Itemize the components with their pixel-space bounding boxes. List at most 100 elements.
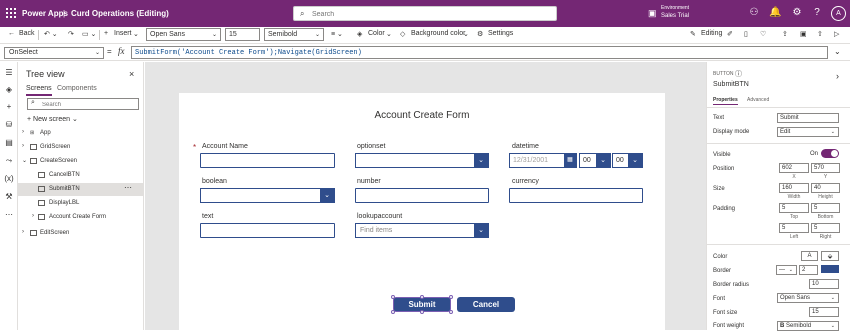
text-input[interactable] <box>200 223 335 238</box>
date-picker[interactable]: 12/31/2001 ▦ <box>509 153 577 168</box>
tree-item-cancelbtn[interactable]: CancelBTN <box>18 169 144 182</box>
more-options-icon[interactable]: ⋯ <box>124 183 132 192</box>
power-automate-icon[interactable]: ⤳ <box>3 156 15 166</box>
tree-item-submitbtn[interactable]: SubmitBTN ⋯ <box>18 183 144 196</box>
media-icon[interactable]: ▤ <box>3 138 15 147</box>
padding-right-input[interactable]: 5 <box>811 223 840 233</box>
chevron-down-icon[interactable]: ⌄ <box>463 30 469 38</box>
formula-input[interactable]: SubmitForm('Account Create Form');Naviga… <box>131 46 828 59</box>
boolean-dropdown[interactable]: ⌄ <box>200 188 335 203</box>
search-input[interactable] <box>312 9 542 19</box>
border-color-swatch[interactable] <box>821 265 839 273</box>
global-search[interactable]: ⌕ <box>293 6 557 21</box>
resize-handle[interactable] <box>391 295 395 299</box>
insert-plus-icon[interactable]: + <box>104 30 108 37</box>
tab-properties[interactable]: Properties <box>713 97 738 105</box>
save-icon[interactable]: ▣ <box>800 30 807 38</box>
border-style-select[interactable]: — ⌄ <box>776 265 797 275</box>
font-size-input[interactable]: 15 <box>809 307 839 317</box>
insert-icon[interactable]: + <box>3 102 15 111</box>
settings-button[interactable]: Settings <box>488 30 513 37</box>
background-color-icon[interactable]: ◇ <box>400 30 405 38</box>
height-input[interactable]: 40 <box>811 183 840 193</box>
share-icon[interactable]: ⇪ <box>782 30 788 38</box>
more-icon[interactable]: ⋯ <box>3 210 15 219</box>
app-launcher-icon[interactable] <box>6 8 16 18</box>
visible-toggle[interactable] <box>821 149 839 158</box>
editing-mode[interactable]: Editing <box>701 30 722 37</box>
resize-handle[interactable] <box>449 310 453 314</box>
border-radius-input[interactable]: 10 <box>809 279 839 289</box>
font-select[interactable]: Open Sans ⌄ <box>777 293 839 303</box>
display-mode-select[interactable]: Edit ⌄ <box>777 127 839 137</box>
position-y-input[interactable]: 570 <box>811 163 840 173</box>
info-icon[interactable]: ⓘ <box>735 69 742 79</box>
notifications-icon[interactable]: 🔔 <box>769 7 781 18</box>
control-name[interactable]: SubmitBTN <box>713 81 749 88</box>
help-icon[interactable]: ? <box>811 7 823 18</box>
expand-chevron-icon[interactable]: ⌄ <box>834 47 841 56</box>
background-color-button[interactable]: Background color <box>411 30 465 37</box>
environment-value[interactable]: Sales Trial <box>661 13 689 19</box>
font-weight-select[interactable]: Semibold ⌄ <box>264 28 324 41</box>
calendar-icon[interactable]: ▦ <box>564 154 576 167</box>
tree-search[interactable]: ⌕ <box>27 98 139 110</box>
font-size-input[interactable]: 15 <box>225 28 260 41</box>
tree-item-gridscreen[interactable]: › GridScreen <box>18 141 144 154</box>
text-color-picker[interactable]: A <box>801 251 818 261</box>
tree-item-app[interactable]: › ⊞ App <box>18 127 144 140</box>
fill-color-picker[interactable]: ⬙ <box>821 251 839 261</box>
collab-icon[interactable]: ✐ <box>727 30 733 38</box>
resize-handle[interactable] <box>391 310 395 314</box>
position-x-input[interactable]: 602 <box>779 163 809 173</box>
text-prop-input[interactable]: Submit <box>777 113 839 123</box>
publish-icon[interactable]: ⇧ <box>817 30 823 38</box>
gear-icon[interactable]: ⚙ <box>477 30 483 38</box>
tab-screens[interactable]: Screens <box>26 85 52 96</box>
data-icon[interactable]: ⛁ <box>3 120 15 129</box>
minute-dropdown[interactable]: 00 ⌄ <box>612 153 643 168</box>
account-name-input[interactable] <box>200 153 335 168</box>
color-button[interactable]: Color <box>368 30 385 37</box>
variables-icon[interactable]: (x) <box>3 174 15 183</box>
back-button[interactable]: Back <box>19 30 35 37</box>
resize-handle[interactable] <box>420 310 424 314</box>
color-icon[interactable]: ◈ <box>357 30 362 38</box>
avatar[interactable]: A <box>831 6 846 21</box>
settings-gear-icon[interactable]: ⚙ <box>791 7 803 18</box>
paste-icon[interactable]: ▭ ⌄ <box>82 30 96 38</box>
hour-dropdown[interactable]: 00 ⌄ <box>579 153 611 168</box>
tree-search-input[interactable] <box>42 100 132 109</box>
cancel-button[interactable]: Cancel <box>457 297 515 312</box>
tree-item-displaylbl[interactable]: DisplayLBL <box>18 197 144 210</box>
checker-icon[interactable]: ♡ <box>760 30 766 38</box>
tree-item-editscreen[interactable]: › EditScreen <box>18 227 144 240</box>
lookupaccount-combobox[interactable]: Find items ⌄ <box>355 223 489 238</box>
new-screen-button[interactable]: + New screen ⌄ <box>27 115 78 123</box>
play-icon[interactable]: ▷ <box>834 30 839 38</box>
tab-components[interactable]: Components <box>57 85 97 92</box>
layers-icon[interactable]: ◈ <box>3 85 15 94</box>
padding-top-input[interactable]: 5 <box>779 203 809 213</box>
width-input[interactable]: 160 <box>779 183 809 193</box>
insert-button[interactable]: Insert <box>114 30 132 37</box>
tree-item-createscreen[interactable]: ⌄ CreateScreen <box>18 155 144 168</box>
undo-icon[interactable]: ↶ ⌄ <box>44 30 58 38</box>
back-arrow-icon[interactable]: ← <box>8 30 15 37</box>
menu-icon[interactable]: ☰ <box>3 68 15 77</box>
phone-icon[interactable]: ▯ <box>744 30 748 38</box>
optionset-dropdown[interactable]: ⌄ <box>355 153 489 168</box>
chevron-right-icon[interactable]: › <box>836 71 839 81</box>
resize-handle[interactable] <box>420 295 424 299</box>
tab-advanced[interactable]: Advanced <box>747 97 769 103</box>
number-input[interactable] <box>355 188 489 203</box>
chevron-down-icon[interactable]: ⌄ <box>133 30 139 38</box>
tree-item-account-create-form[interactable]: › Account Create Form <box>18 211 144 224</box>
close-icon[interactable]: × <box>129 69 134 79</box>
chevron-down-icon[interactable]: ⌄ <box>386 30 392 38</box>
border-width-input[interactable]: 2 <box>799 265 818 275</box>
align-icon[interactable]: ≡ ⌄ <box>331 30 343 38</box>
tools-icon[interactable]: ⚒ <box>3 192 15 201</box>
copilot-icon[interactable]: ⚇ <box>748 7 760 18</box>
currency-input[interactable] <box>509 188 643 203</box>
